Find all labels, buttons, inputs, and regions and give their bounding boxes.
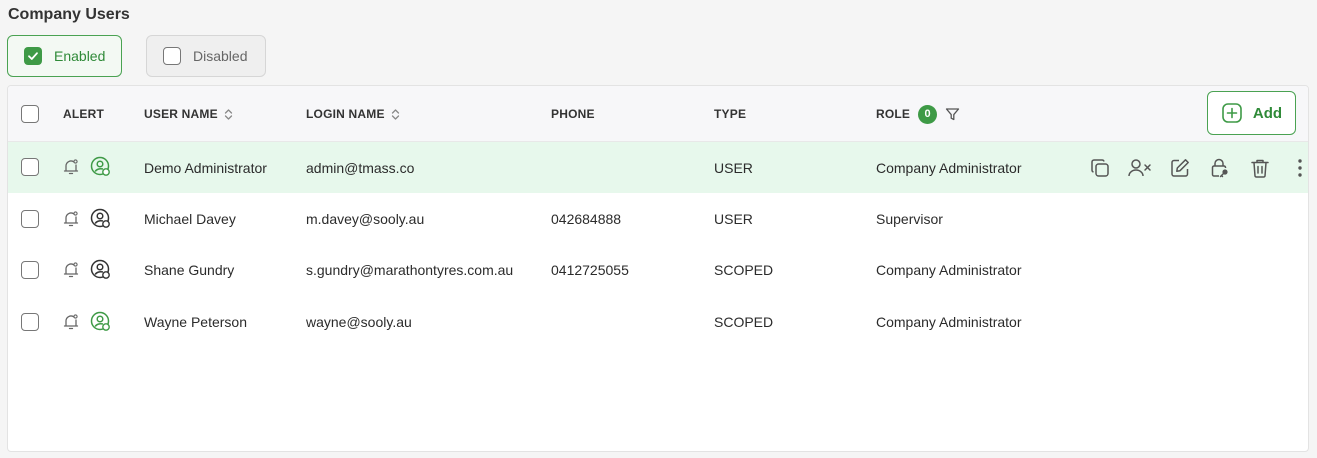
copy-icon[interactable] <box>1080 157 1120 179</box>
sort-icon[interactable] <box>391 108 400 121</box>
table-row[interactable]: Wayne Peterson wayne@sooly.au SCOPED Com… <box>8 296 1308 347</box>
table-row[interactable]: Michael Davey m.davey@sooly.au 042684888… <box>8 193 1308 244</box>
bell-icon <box>63 261 79 279</box>
sort-icon[interactable] <box>224 108 233 121</box>
select-all-checkbox[interactable] <box>21 105 39 123</box>
column-user-name-label: USER NAME <box>144 107 218 121</box>
enabled-filter-button[interactable]: Enabled <box>7 35 122 77</box>
column-login-name[interactable]: LOGIN NAME <box>306 86 400 142</box>
role-cell: Company Administrator <box>876 159 1022 176</box>
disabled-filter-button[interactable]: Disabled <box>146 35 266 77</box>
column-role: ROLE 0 <box>876 86 960 142</box>
column-type: TYPE <box>714 107 747 121</box>
plus-square-icon <box>1222 103 1242 123</box>
type-cell: USER <box>714 210 753 227</box>
table-row[interactable]: Demo Administrator admin@tmass.co USER C… <box>8 142 1308 193</box>
user-name-cell: Michael Davey <box>144 210 236 227</box>
bell-icon <box>63 313 79 331</box>
login-name-cell: wayne@sooly.au <box>306 313 412 330</box>
user-name-cell: Wayne Peterson <box>144 313 247 330</box>
user-circle-icon <box>90 259 112 281</box>
role-cell: Supervisor <box>876 210 943 227</box>
users-table: ALERT USER NAME LOGIN NAME PHONE TYPE RO… <box>7 85 1309 452</box>
type-cell: USER <box>714 159 753 176</box>
row-checkbox[interactable] <box>21 261 39 279</box>
user-circle-icon <box>90 311 112 333</box>
role-filter-count-badge: 0 <box>918 104 938 124</box>
phone-cell: 042684888 <box>551 210 622 227</box>
phone-cell: 0412725055 <box>551 261 629 278</box>
role-cell: Company Administrator <box>876 313 1022 330</box>
user-name-cell: Demo Administrator <box>144 159 267 176</box>
column-alert: ALERT <box>63 107 104 121</box>
check-icon <box>28 52 38 60</box>
disabled-checkbox[interactable] <box>163 47 181 65</box>
row-checkbox[interactable] <box>21 313 39 331</box>
add-user-button[interactable]: Add <box>1207 91 1296 135</box>
column-phone: PHONE <box>551 107 595 121</box>
row-checkbox[interactable] <box>21 158 39 176</box>
filter-icon[interactable] <box>945 107 960 122</box>
type-cell: SCOPED <box>714 313 774 330</box>
enabled-checkbox[interactable] <box>24 47 42 65</box>
table-header: ALERT USER NAME LOGIN NAME PHONE TYPE RO… <box>8 86 1308 142</box>
user-name-cell: Shane Gundry <box>144 261 235 278</box>
user-circle-icon <box>90 156 112 178</box>
edit-icon[interactable] <box>1160 157 1200 179</box>
row-actions <box>1080 142 1308 193</box>
type-cell: SCOPED <box>714 261 774 278</box>
bell-icon <box>63 158 79 176</box>
enabled-label: Enabled <box>54 48 106 64</box>
more-vertical-icon[interactable] <box>1280 157 1308 179</box>
trash-icon[interactable] <box>1240 157 1280 179</box>
add-label: Add <box>1252 104 1283 122</box>
table-row[interactable]: Shane Gundry s.gundry@marathontyres.com.… <box>8 244 1308 295</box>
login-name-cell: s.gundry@marathontyres.com.au <box>306 261 514 278</box>
column-role-label: ROLE <box>876 107 911 121</box>
login-name-cell: admin@tmass.co <box>306 159 415 176</box>
page-title: Company Users <box>8 6 130 23</box>
disabled-label: Disabled <box>193 48 248 64</box>
user-circle-icon <box>90 208 112 230</box>
lock-key-icon[interactable] <box>1200 157 1240 179</box>
column-login-name-label: LOGIN NAME <box>306 107 385 121</box>
row-checkbox[interactable] <box>21 210 39 228</box>
role-cell: Company Administrator <box>876 261 1022 278</box>
remove-user-icon[interactable] <box>1120 157 1160 179</box>
column-user-name[interactable]: USER NAME <box>144 86 233 142</box>
login-name-cell: m.davey@sooly.au <box>306 210 425 227</box>
bell-icon <box>63 210 79 228</box>
